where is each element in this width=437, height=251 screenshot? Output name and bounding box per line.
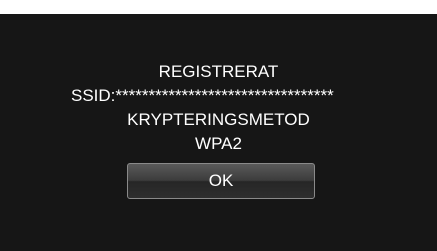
top-page-strip <box>0 0 437 14</box>
encryption-method-label: KRYPTERINGSMETOD <box>127 110 310 129</box>
ok-button[interactable]: OK <box>127 163 315 199</box>
registered-title: REGISTRERAT <box>158 62 279 81</box>
ssid-line: SSID:********************************* <box>71 86 334 105</box>
encryption-method-value: WPA2 <box>195 134 242 153</box>
camera-screen: REGISTRERAT SSID:***********************… <box>0 14 437 251</box>
